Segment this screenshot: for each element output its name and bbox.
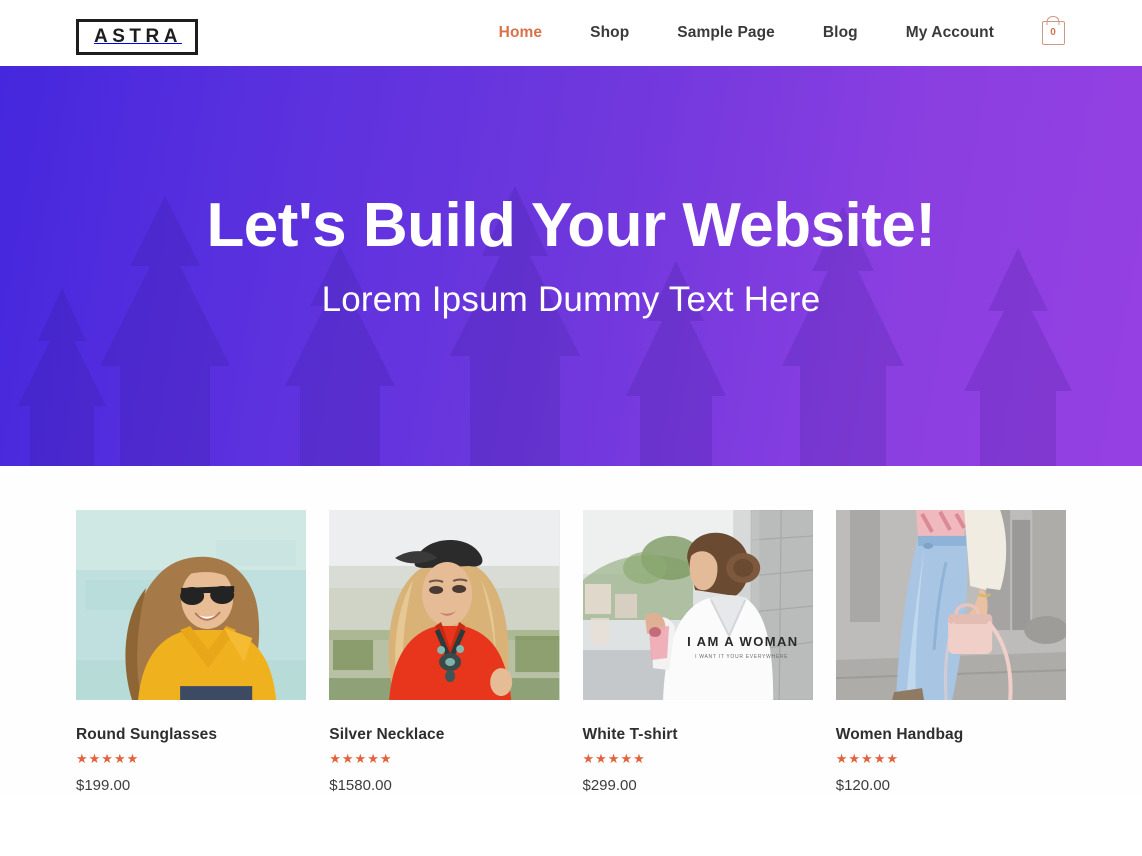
hero-title: Let's Build Your Website!	[206, 191, 936, 260]
svg-text:I WANT IT YOUR EVERYWHERE: I WANT IT YOUR EVERYWHERE	[695, 654, 788, 660]
nav-item-shop[interactable]: Shop	[566, 24, 653, 42]
nav-item-blog[interactable]: Blog	[799, 24, 882, 42]
hero-banner: Let's Build Your Website! Lorem Ipsum Du…	[0, 66, 1142, 466]
product-price: $1580.00	[329, 777, 392, 794]
product-rating-stars: ★★★★★	[835, 751, 900, 766]
product-image-round-sunglasses	[76, 510, 307, 700]
product-rating-stars: ★★★★★	[582, 751, 646, 766]
product-title: Silver Necklace	[329, 726, 445, 743]
pine-tree-silhouette-icon	[18, 186, 1072, 466]
product-title: Round Sunglasses	[76, 726, 218, 743]
logo-text: ASTRA	[94, 26, 182, 47]
product-image-white-tshirt: I AM A WOMAN I WANT IT YOUR EVERYWHERE	[582, 510, 813, 700]
site-header: ASTRA Home Shop Sample Page Blog My Acco…	[0, 0, 1142, 66]
nav-item-sample-page[interactable]: Sample Page	[653, 24, 799, 42]
site-logo[interactable]: ASTRA	[76, 19, 198, 55]
main-navigation: Home Shop Sample Page Blog My Account 0	[475, 0, 1066, 66]
product-price: $120.00	[835, 777, 890, 794]
product-image-women-handbag	[835, 510, 1066, 700]
products-section: Round Sunglasses ★★★★★ $199.00 Silver Ne…	[0, 466, 1142, 794]
product-price: $299.00	[582, 777, 637, 794]
product-card[interactable]: Women Handbag ★★★★★ $120.00	[835, 510, 1066, 794]
product-rating-stars: ★★★★★	[76, 751, 140, 766]
nav-item-home[interactable]: Home	[475, 24, 566, 42]
cart-count-badge: 0	[1050, 27, 1056, 38]
product-rating-stars: ★★★★★	[329, 751, 393, 766]
product-card[interactable]: Silver Necklace ★★★★★ $1580.00	[329, 510, 560, 794]
hero-subtitle: Lorem Ipsum Dummy Text Here	[321, 280, 821, 320]
svg-text:I AM A WOMAN: I AM A WOMAN	[687, 634, 798, 649]
product-title: White T-shirt	[582, 726, 678, 743]
shopping-bag-icon: 0	[1041, 21, 1065, 45]
product-title: Women Handbag	[835, 726, 964, 743]
product-price: $199.00	[76, 777, 131, 794]
products-grid: Round Sunglasses ★★★★★ $199.00 Silver Ne…	[76, 510, 1066, 794]
product-image-silver-necklace	[329, 510, 560, 700]
product-card[interactable]: Round Sunglasses ★★★★★ $199.00	[76, 510, 307, 794]
nav-item-my-account[interactable]: My Account	[882, 24, 1018, 42]
cart-button[interactable]: 0	[1040, 18, 1066, 48]
product-card[interactable]: I AM A WOMAN I WANT IT YOUR EVERYWHERE W…	[582, 510, 813, 794]
